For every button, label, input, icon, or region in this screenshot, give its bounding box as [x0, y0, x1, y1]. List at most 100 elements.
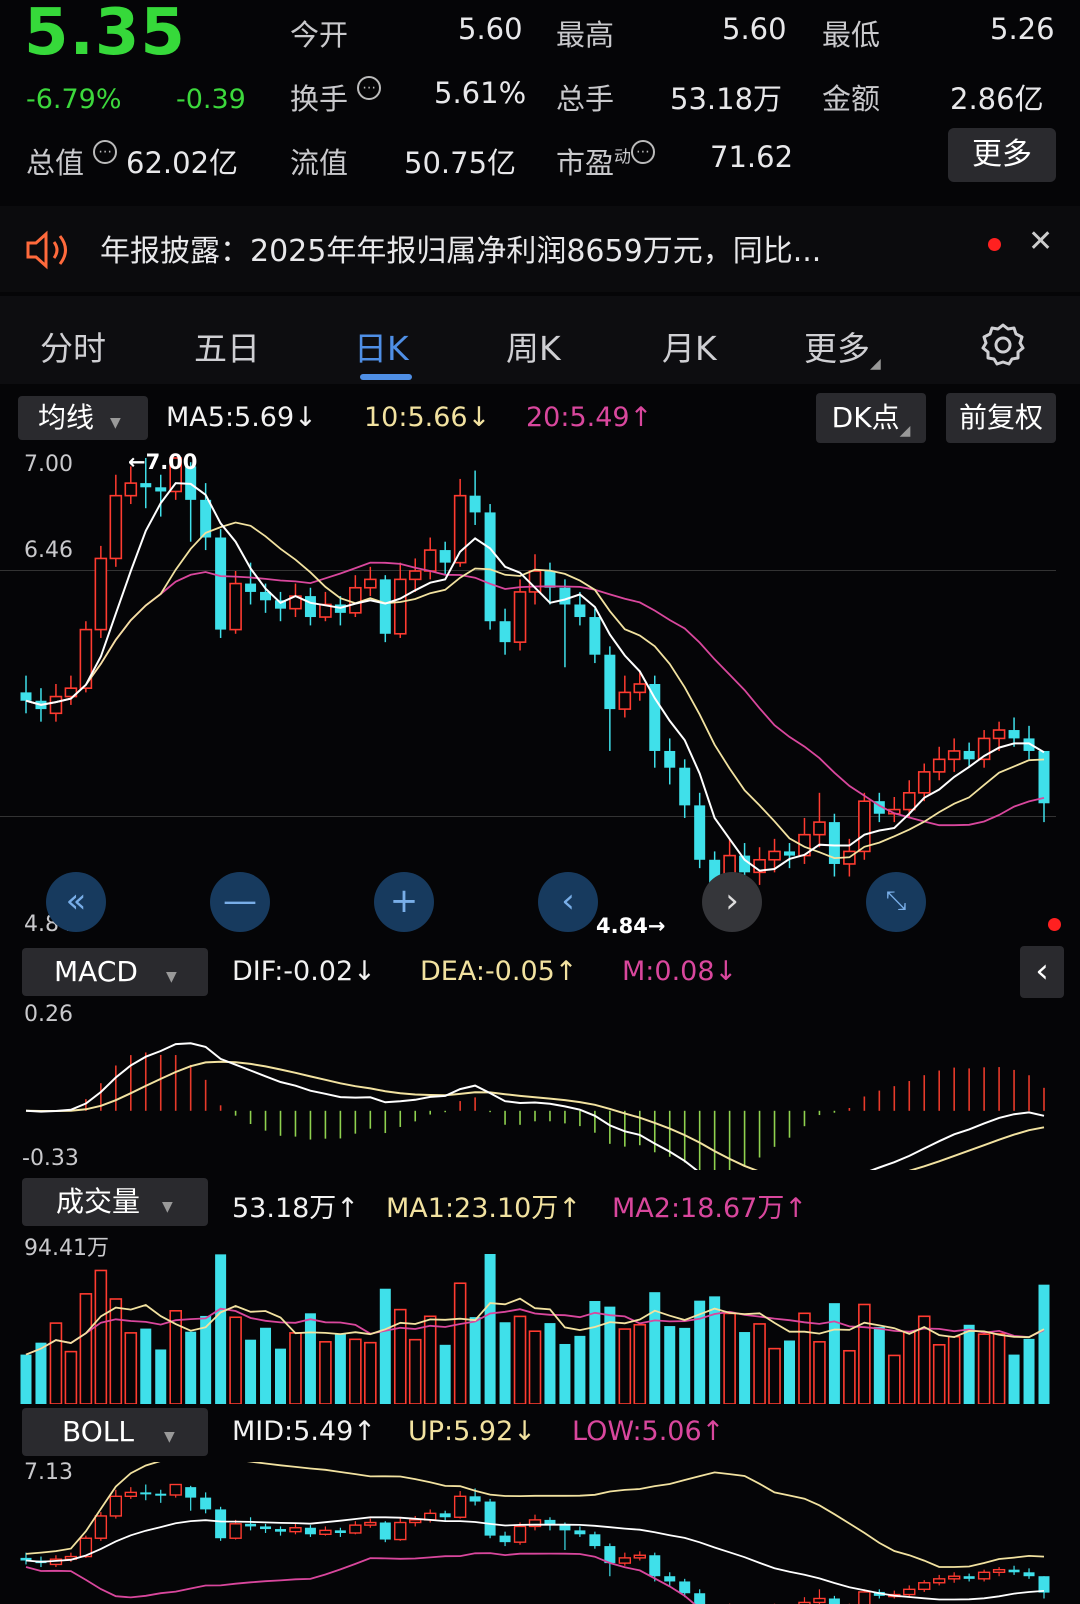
adjust-button[interactable]: 前复权: [946, 393, 1056, 443]
change-amount: -0.39: [176, 84, 246, 115]
volume-bar: [932, 1344, 946, 1404]
dk-button[interactable]: DK点◢: [816, 393, 926, 443]
low-marker: 4.84→: [596, 914, 666, 938]
turnover-value: 5.61%: [434, 76, 527, 110]
tab-intraday[interactable]: 分时: [40, 322, 106, 370]
macd-chart[interactable]: [0, 998, 1080, 1170]
candle: [633, 683, 647, 694]
candle: [1008, 730, 1020, 739]
double-left-icon[interactable]: «: [46, 872, 106, 932]
float-label: 流值: [290, 146, 349, 180]
candle: [932, 758, 946, 773]
volume-bar: [20, 1354, 32, 1404]
info-icon[interactable]: ⋯: [93, 140, 118, 164]
volume-bar: [275, 1348, 286, 1404]
boll-mid: MID:5.49↑: [232, 1416, 376, 1447]
high-label: 最高: [556, 18, 615, 52]
dropdown-icon: ▼: [163, 1429, 175, 1445]
ma5-value: MA5:5.69↓: [166, 402, 317, 433]
volume-selector[interactable]: 成交量 ▼: [22, 1178, 208, 1226]
gear-icon[interactable]: [980, 322, 1026, 368]
high-value: 5.60: [722, 12, 787, 46]
macd-selector[interactable]: MACD ▼: [22, 948, 208, 996]
volume-bar: [155, 1349, 167, 1404]
collapse-panel-icon[interactable]: ‹: [1020, 946, 1064, 998]
boll-candle: [245, 1523, 257, 1527]
boll-candle: [513, 1525, 527, 1543]
tab-weekly-k[interactable]: 周K: [506, 322, 561, 370]
close-icon[interactable]: ✕: [1028, 224, 1053, 259]
mktcap-label-text: 总值: [26, 146, 85, 180]
volume-bar: [439, 1344, 451, 1404]
boll-candle: [664, 1576, 676, 1582]
candle: [393, 578, 407, 635]
volume-bar: [499, 1322, 511, 1404]
candlestick-chart[interactable]: [0, 440, 1080, 940]
candle: [229, 582, 242, 631]
volume-bar: [379, 1288, 391, 1404]
boll-selector[interactable]: BOLL ▼: [22, 1408, 208, 1456]
boll-candle: [649, 1555, 661, 1577]
boll-up: UP:5.92↓: [408, 1416, 536, 1447]
boll-candle: [828, 1598, 840, 1604]
zoom-in-icon[interactable]: +: [374, 872, 434, 932]
zoom-out-icon[interactable]: —: [210, 872, 270, 932]
info-icon[interactable]: ⋯: [357, 76, 382, 100]
low-value: 5.26: [990, 12, 1055, 46]
boll-candle: [574, 1530, 586, 1535]
notice-bar[interactable]: 年报披露：2025年年报归属净利润8659万元，同比... ✕: [0, 206, 1080, 292]
macd-dea: DEA:-0.05↑: [420, 956, 578, 987]
volume-bar: [559, 1343, 571, 1404]
boll-candle: [1008, 1569, 1020, 1573]
volume-bar: [469, 1317, 481, 1404]
candle: [664, 750, 676, 768]
tab-five-day[interactable]: 五日: [194, 322, 260, 370]
dropdown-icon: ▼: [165, 969, 177, 985]
candle: [917, 771, 931, 794]
volume-bar: [64, 1350, 78, 1404]
next-icon[interactable]: ›: [702, 872, 762, 932]
volume-bar: [140, 1328, 152, 1404]
candle: [349, 586, 362, 614]
candle: [768, 850, 781, 861]
boll-candle: [334, 1530, 346, 1533]
candle: [544, 571, 556, 588]
boll-candle: [304, 1527, 316, 1535]
volume-bar: [992, 1332, 1006, 1404]
triangle-icon: ◢: [870, 356, 881, 372]
tab-daily-k[interactable]: 日K: [354, 322, 409, 370]
boll-candle: [379, 1522, 391, 1540]
candle: [439, 550, 451, 563]
volume-bar: [574, 1335, 586, 1404]
candle: [364, 578, 377, 589]
active-tab-indicator: [360, 374, 412, 380]
volume-bar: [768, 1347, 781, 1404]
volume-bar: [784, 1340, 795, 1404]
volume-ma1: MA1:23.10万↑: [386, 1193, 581, 1224]
notice-text[interactable]: 年报披露：2025年年报归属净利润8659万元，同比...: [100, 226, 821, 270]
macd-selector-label: MACD: [54, 955, 138, 988]
volume-bar: [709, 1296, 721, 1404]
volume-bar: [902, 1331, 916, 1404]
volume-bar: [364, 1341, 377, 1404]
volume-chart[interactable]: [0, 1238, 1080, 1404]
boll-candle: [275, 1529, 286, 1532]
volume-bar: [245, 1339, 257, 1404]
fullscreen-icon[interactable]: ⤡: [866, 872, 926, 932]
volume-bar: [49, 1322, 63, 1404]
tab-more[interactable]: 更多◢: [804, 322, 881, 372]
prev-icon[interactable]: ‹: [538, 872, 598, 932]
dk-button-label: DK点: [831, 401, 900, 434]
volume-bar: [723, 1312, 736, 1404]
info-icon[interactable]: ⋯: [631, 140, 656, 164]
candle: [469, 495, 481, 513]
volume-bar: [124, 1332, 138, 1404]
tab-monthly-k[interactable]: 月K: [662, 322, 717, 370]
macd-m: M:0.08↓: [622, 956, 738, 987]
boll-candle: [394, 1521, 407, 1541]
more-button[interactable]: 更多: [948, 128, 1056, 182]
candle: [784, 851, 795, 856]
candle: [20, 692, 32, 701]
ma-selector[interactable]: 均线 ▼: [18, 396, 148, 440]
boll-chart[interactable]: [0, 1462, 1080, 1604]
